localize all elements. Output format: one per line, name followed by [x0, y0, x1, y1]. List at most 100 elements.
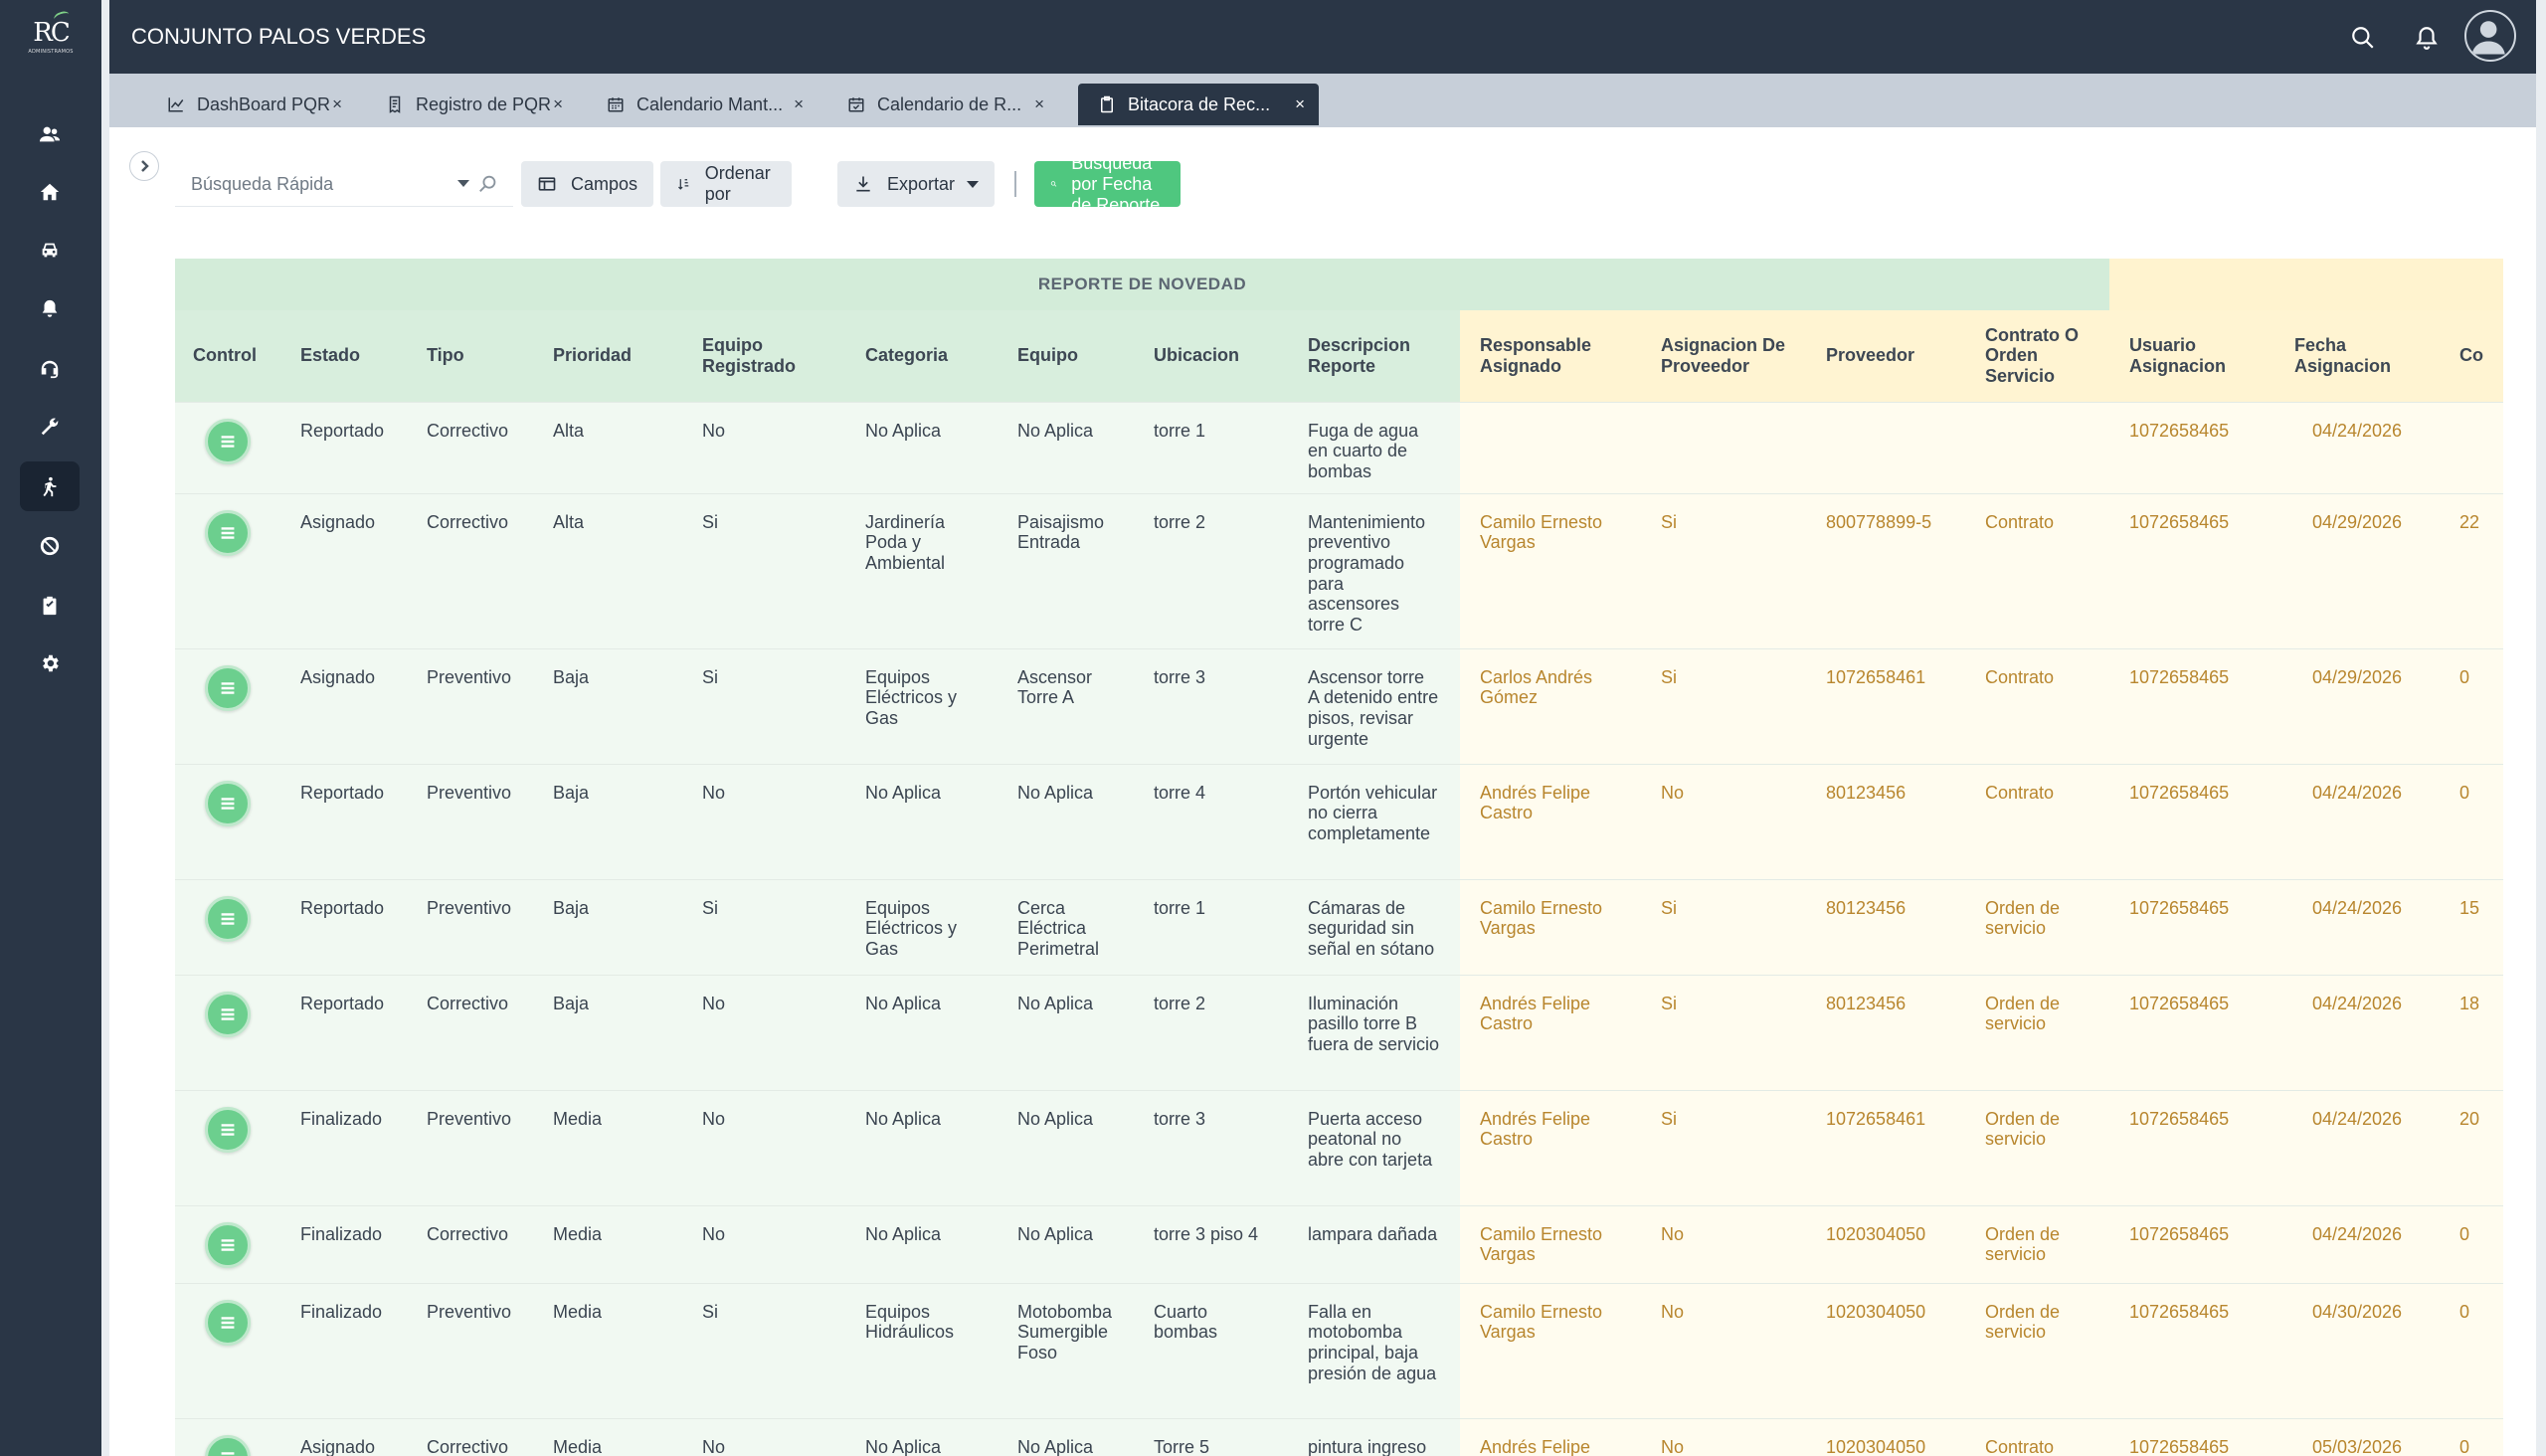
row-menu-button[interactable] — [205, 780, 251, 826]
quick-search-input[interactable]: Búsqueda Rápida — [175, 161, 513, 207]
date-search-button[interactable]: Busqueda por Fecha de Reporte — [1034, 153, 1182, 215]
row-menu-button[interactable] — [205, 509, 251, 556]
menu-icon — [221, 1238, 235, 1251]
table-cell: Asignado — [280, 1417, 407, 1456]
table-row[interactable]: Reportado Preventivo Baja No No Aplica No Apl… — [175, 763, 2503, 879]
column-header[interactable]: Tipo — [407, 310, 533, 402]
sidebar-item-users[interactable] — [20, 109, 80, 159]
table-cell: No Aplica — [998, 974, 1134, 1090]
column-header[interactable]: Estado — [280, 310, 407, 402]
column-header[interactable]: Control — [175, 310, 280, 402]
close-icon[interactable]: × — [553, 94, 563, 114]
table-cell: 20 — [2440, 1089, 2503, 1205]
table-cell: Alta — [533, 401, 682, 493]
table-row[interactable]: Finalizado Preventivo Media No No Aplica No A… — [175, 1089, 2503, 1205]
columns-icon — [538, 177, 556, 191]
row-control-cell — [175, 1282, 280, 1418]
column-header[interactable]: Equipo Registrado — [682, 310, 845, 402]
search-icon[interactable] — [477, 173, 499, 195]
column-header[interactable]: Usuario Asignacion — [2109, 310, 2274, 402]
campos-label: Campos — [571, 173, 638, 194]
table-row[interactable]: Reportado Correctivo Baja No No Aplica No Apl… — [175, 974, 2503, 1090]
row-menu-button[interactable] — [205, 991, 251, 1037]
row-menu-button[interactable] — [205, 1221, 251, 1268]
close-icon[interactable]: × — [332, 94, 342, 114]
table-cell: Preventivo — [407, 763, 533, 879]
table-cell: Falla en motobomba principal, baja presi… — [1288, 1282, 1460, 1418]
table-cell: Media — [533, 1204, 682, 1283]
sidebar-item-notifications[interactable] — [20, 284, 80, 334]
ordenar-button[interactable]: Ordenar por — [660, 161, 793, 207]
table-row[interactable]: Finalizado Correctivo Media No No Aplica No A… — [175, 1204, 2503, 1283]
table-row[interactable]: Asignado Correctivo Media No No Aplica No Apl… — [175, 1417, 2503, 1456]
tab-dashboard-pqr[interactable]: DashBoard PQR × — [147, 84, 356, 125]
chart-line-icon — [168, 97, 184, 112]
table-row[interactable]: Reportado Correctivo Alta No No Aplica No Apl… — [175, 401, 2503, 493]
column-header[interactable]: Proveedor — [1806, 310, 1965, 402]
row-menu-button[interactable] — [205, 1299, 251, 1346]
row-control-cell — [175, 1089, 280, 1205]
row-menu-button[interactable] — [205, 664, 251, 711]
sidebar-item-activity[interactable] — [20, 461, 80, 511]
company-logo[interactable]: RC ADMINISTRAMOS — [14, 8, 88, 66]
column-header[interactable]: Ubicacion — [1134, 310, 1288, 402]
sidebar-item-maintenance[interactable] — [20, 402, 80, 452]
close-icon[interactable]: × — [1295, 94, 1305, 114]
menu-icon — [221, 912, 235, 925]
column-header[interactable]: Responsable Asignado — [1460, 310, 1641, 402]
table-cell: Media — [533, 1282, 682, 1418]
table-cell: Si — [1641, 492, 1806, 648]
sidebar-item-support[interactable] — [20, 344, 80, 394]
table-cell: Preventivo — [407, 647, 533, 764]
tab-calendario-reservas[interactable]: Calendario de R... × — [827, 84, 1058, 125]
column-header[interactable]: Prioridad — [533, 310, 682, 402]
menu-icon — [221, 1316, 235, 1329]
table-row[interactable]: Finalizado Preventivo Media Si Equipos Hidrá… — [175, 1282, 2503, 1418]
table-cell: Contrato — [1965, 763, 2109, 879]
table-cell: Andrés Felipe Castro — [1460, 763, 1641, 879]
table-row[interactable]: Asignado Correctivo Alta Si Jardinería Poda … — [175, 492, 2503, 648]
table-cell: No Aplica — [845, 974, 998, 1090]
tab-calendario-mantenimiento[interactable]: Calendario Mant... × — [587, 84, 818, 125]
bell-icon — [42, 299, 58, 317]
column-header[interactable]: Asignacion De Proveedor — [1641, 310, 1806, 402]
row-menu-button[interactable] — [205, 1434, 251, 1456]
column-header[interactable]: Contrato O Orden Servicio — [1965, 310, 2109, 402]
exportar-button[interactable]: Exportar — [837, 161, 996, 207]
notifications-button[interactable] — [2407, 18, 2447, 58]
column-header[interactable]: Equipo — [998, 310, 1134, 402]
table-row[interactable]: Asignado Preventivo Baja Si Equipos Eléctric… — [175, 647, 2503, 764]
expand-panel-button[interactable] — [129, 151, 159, 181]
chevron-right-icon — [141, 160, 149, 172]
column-header[interactable]: Co — [2440, 310, 2503, 402]
sidebar-item-vehicles[interactable] — [20, 225, 80, 274]
sidebar-item-restrictions[interactable] — [20, 521, 80, 571]
sidebar-item-home[interactable] — [20, 167, 80, 217]
table-cell: Andrés Felipe — [1460, 1417, 1641, 1456]
row-menu-button[interactable] — [205, 1106, 251, 1153]
table-row[interactable]: Reportado Preventivo Baja Si Equipos Eléctri… — [175, 878, 2503, 975]
close-icon[interactable]: × — [1034, 94, 1044, 114]
column-header[interactable]: Categoria — [845, 310, 998, 402]
row-menu-button[interactable] — [205, 418, 251, 464]
campos-button[interactable]: Campos — [521, 161, 654, 207]
data-table-container[interactable]: REPORTE DE NOVEDAD Control Estado Tipo Prio… — [175, 259, 2536, 1456]
table-cell: Si — [1641, 647, 1806, 764]
global-search-button[interactable] — [2343, 18, 2383, 58]
sidebar-item-logbook[interactable] — [20, 581, 80, 631]
close-icon[interactable]: × — [794, 94, 804, 114]
chevron-down-icon[interactable] — [457, 180, 469, 187]
table-cell: 04/30/2026 — [2274, 1282, 2440, 1418]
sidebar-item-settings[interactable] — [20, 638, 80, 688]
tab-registro-pqr[interactable]: Registro de PQR × — [366, 84, 577, 125]
tab-bitacora-recorridos[interactable]: Bitacora de Rec... × — [1078, 84, 1319, 125]
table-cell: Finalizado — [280, 1204, 407, 1283]
column-header[interactable]: Descripcion Reporte — [1288, 310, 1460, 402]
column-header[interactable]: Fecha Asignacion — [2274, 310, 2440, 402]
table-cell: 04/29/2026 — [2274, 647, 2440, 764]
app-title: CONJUNTO PALOS VERDES — [131, 24, 427, 49]
row-menu-button[interactable] — [205, 895, 251, 942]
user-avatar[interactable] — [2464, 10, 2516, 62]
chevron-down-icon — [967, 180, 980, 188]
table-column-headers: Control Estado Tipo Prioridad Equipo Registr… — [175, 310, 2503, 402]
